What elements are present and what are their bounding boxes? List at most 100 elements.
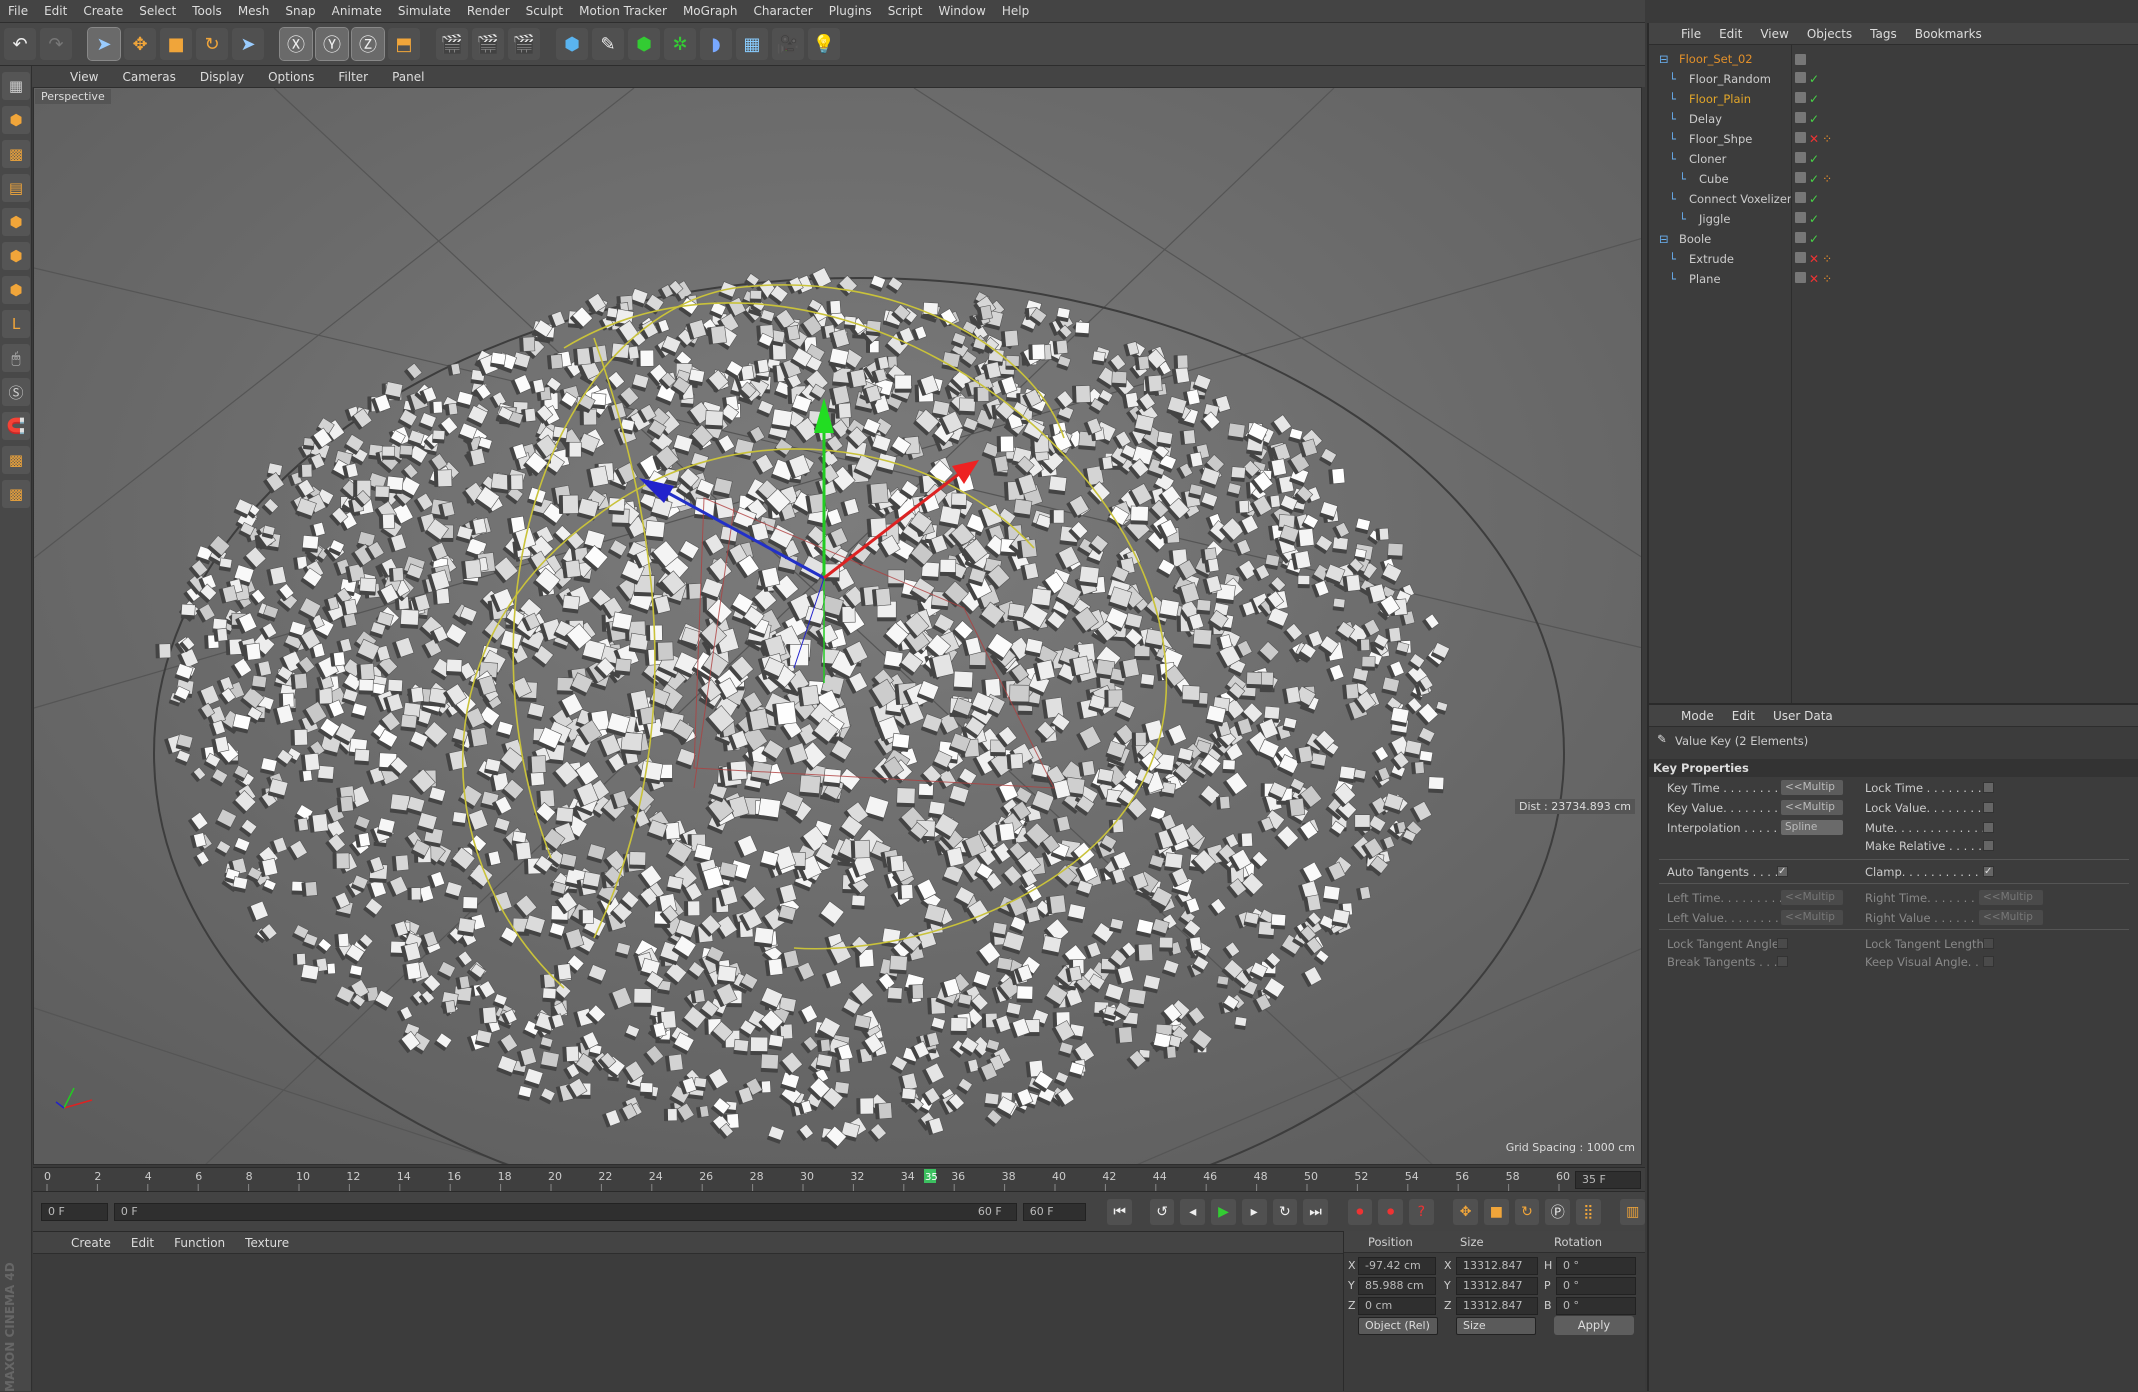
object-name[interactable]: Delay bbox=[1689, 112, 1722, 126]
floor-icon[interactable]: ▦ bbox=[736, 28, 768, 60]
position-field[interactable]: 0 cm bbox=[1358, 1297, 1436, 1315]
frame-range-slider[interactable]: 0 F 60 F bbox=[114, 1203, 1017, 1221]
enabled-check-icon[interactable]: ✓ bbox=[1809, 172, 1819, 186]
attribute-menu-user-data[interactable]: User Data bbox=[1765, 709, 1841, 723]
spline-pen-icon[interactable]: ✎ bbox=[592, 28, 624, 60]
current-frame-field[interactable]: 35 F bbox=[1575, 1171, 1641, 1189]
enabled-check-icon[interactable]: ✓ bbox=[1809, 192, 1819, 206]
menu-edit[interactable]: Edit bbox=[36, 4, 75, 18]
disabled-x-icon[interactable]: ✕ bbox=[1809, 272, 1819, 286]
object-name[interactable]: Jiggle bbox=[1699, 212, 1730, 226]
right-value-field[interactable]: <<Multip bbox=[1979, 910, 2043, 925]
menu-create[interactable]: Create bbox=[75, 4, 131, 18]
record-active-icon[interactable]: ⏺ bbox=[1348, 1199, 1373, 1225]
workplane-icon[interactable]: ▤ bbox=[2, 174, 30, 202]
break-tangents-checkbox[interactable] bbox=[1777, 956, 1788, 967]
size-field[interactable]: 13312.847 cm bbox=[1456, 1257, 1538, 1275]
viewport[interactable]: Dist : 23734.893 cm Grid Spacing : 1000 … bbox=[33, 87, 1642, 1165]
y-axis-icon[interactable]: Ⓨ bbox=[316, 28, 348, 60]
object-name[interactable]: Floor_Random bbox=[1689, 72, 1771, 86]
subdivision-surface-icon[interactable]: ⬢ bbox=[628, 28, 660, 60]
redo-icon[interactable]: ↷ bbox=[40, 28, 72, 60]
right-time-field[interactable]: <<Multip bbox=[1979, 890, 2043, 905]
viewport-menu-cameras[interactable]: Cameras bbox=[114, 70, 183, 84]
material-menu-texture[interactable]: Texture bbox=[237, 1236, 297, 1253]
visibility-icon[interactable] bbox=[1795, 92, 1806, 103]
viewport-menu-filter[interactable]: Filter bbox=[330, 70, 376, 84]
rotate-icon[interactable]: ↻ bbox=[196, 28, 228, 60]
object-row[interactable]: └Cube✓⁘ bbox=[1649, 169, 2138, 189]
object-row[interactable]: └Floor_Plain✓ bbox=[1649, 89, 2138, 109]
solo-icon[interactable]: Ⓢ bbox=[2, 378, 30, 406]
render-view-icon[interactable]: 🎬 bbox=[436, 28, 468, 60]
polygons-mode-icon[interactable]: ⬢ bbox=[2, 276, 30, 304]
object-row[interactable]: └Extrude✕⁘ bbox=[1649, 249, 2138, 269]
menu-animate[interactable]: Animate bbox=[324, 4, 390, 18]
position-field[interactable]: 85.988 cm bbox=[1358, 1277, 1436, 1295]
size-field[interactable]: 13312.847 cm bbox=[1456, 1297, 1538, 1315]
menu-plugins[interactable]: Plugins bbox=[821, 4, 880, 18]
prev-frame-icon[interactable]: ◂ bbox=[1180, 1199, 1205, 1225]
snap-icon[interactable]: 🧲 bbox=[2, 412, 30, 440]
z-axis-icon[interactable]: Ⓩ bbox=[352, 28, 384, 60]
cloner-icon[interactable]: ✲ bbox=[664, 28, 696, 60]
select-icon[interactable]: ➤ bbox=[88, 28, 120, 60]
tag-icon[interactable]: ⁘ bbox=[1822, 172, 1832, 186]
material-menu-function[interactable]: Function bbox=[166, 1236, 233, 1253]
visibility-icon[interactable] bbox=[1795, 152, 1806, 163]
record-point-level-icon[interactable]: ⣿ bbox=[1576, 1199, 1601, 1225]
object-menu-bookmarks[interactable]: Bookmarks bbox=[1907, 27, 1990, 41]
make-editable-icon[interactable]: ▦ bbox=[2, 72, 30, 100]
interpolation-dropdown[interactable]: Spline bbox=[1781, 820, 1843, 835]
scale-icon[interactable]: ■ bbox=[160, 28, 192, 60]
autokey-icon[interactable]: ⏺ bbox=[1378, 1199, 1403, 1225]
object-menu-tags[interactable]: Tags bbox=[1862, 27, 1905, 41]
camera-icon[interactable]: 🎥 bbox=[772, 28, 804, 60]
tag-icon[interactable]: ⁘ bbox=[1822, 272, 1832, 286]
object-menu-edit[interactable]: Edit bbox=[1711, 27, 1750, 41]
go-to-start-icon[interactable]: ⏮ bbox=[1107, 1199, 1132, 1225]
move-icon[interactable]: ✥ bbox=[124, 28, 156, 60]
clamp-checkbox[interactable]: ✓ bbox=[1983, 866, 1994, 877]
viewport-menu-view[interactable]: View bbox=[62, 70, 106, 84]
play-icon[interactable]: ▶ bbox=[1211, 1199, 1236, 1225]
left-value-field[interactable]: <<Multip bbox=[1781, 910, 1843, 925]
material-menu-create[interactable]: Create bbox=[63, 1236, 119, 1253]
record-rotation-icon[interactable]: ↻ bbox=[1515, 1199, 1540, 1225]
object-name[interactable]: Connect Voxelizer bbox=[1689, 192, 1792, 206]
cube-icon[interactable]: ⬢ bbox=[556, 28, 588, 60]
tweak-mode-icon[interactable]: 🖱 bbox=[2, 344, 30, 372]
viewport-menu-options[interactable]: Options bbox=[260, 70, 322, 84]
object-menu-file[interactable]: File bbox=[1673, 27, 1709, 41]
enabled-check-icon[interactable]: ✓ bbox=[1809, 112, 1819, 126]
menu-script[interactable]: Script bbox=[880, 4, 931, 18]
rotation-field[interactable]: 0 ° bbox=[1556, 1277, 1636, 1295]
apply-button[interactable]: Apply bbox=[1554, 1316, 1634, 1335]
menu-character[interactable]: Character bbox=[745, 4, 820, 18]
keyframe-selection-icon[interactable]: ? bbox=[1409, 1199, 1434, 1225]
light-icon[interactable]: 💡 bbox=[808, 28, 840, 60]
left-time-field[interactable]: <<Multip bbox=[1781, 890, 1843, 905]
coordinate-system-icon[interactable]: ⬒ bbox=[388, 28, 420, 60]
attribute-menu-mode[interactable]: Mode bbox=[1673, 709, 1722, 723]
points-mode-icon[interactable]: ⬢ bbox=[2, 208, 30, 236]
disabled-x-icon[interactable]: ✕ bbox=[1809, 132, 1819, 146]
size-mode-dropdown[interactable]: Size bbox=[1456, 1317, 1536, 1335]
rotation-field[interactable]: 0 ° bbox=[1556, 1257, 1636, 1275]
object-row[interactable]: └Floor_Random✓ bbox=[1649, 69, 2138, 89]
visibility-icon[interactable] bbox=[1795, 252, 1806, 263]
next-key-icon[interactable]: ↻ bbox=[1273, 1199, 1298, 1225]
object-row[interactable]: └Floor_Shpe✕⁘ bbox=[1649, 129, 2138, 149]
visibility-icon[interactable] bbox=[1795, 272, 1806, 283]
object-row[interactable]: └Jiggle✓ bbox=[1649, 209, 2138, 229]
lock-time-checkbox[interactable] bbox=[1983, 782, 1994, 793]
next-frame-icon[interactable]: ▸ bbox=[1242, 1199, 1267, 1225]
menu-mesh[interactable]: Mesh bbox=[230, 4, 278, 18]
model-mode-icon[interactable]: ⬢ bbox=[2, 106, 30, 134]
auto-tangents-checkbox[interactable]: ✓ bbox=[1777, 866, 1788, 877]
object-row[interactable]: └Delay✓ bbox=[1649, 109, 2138, 129]
menu-render[interactable]: Render bbox=[459, 4, 518, 18]
visibility-icon[interactable] bbox=[1795, 172, 1806, 183]
keep-visual-angle-checkbox[interactable] bbox=[1983, 956, 1994, 967]
menu-tools[interactable]: Tools bbox=[184, 4, 230, 18]
